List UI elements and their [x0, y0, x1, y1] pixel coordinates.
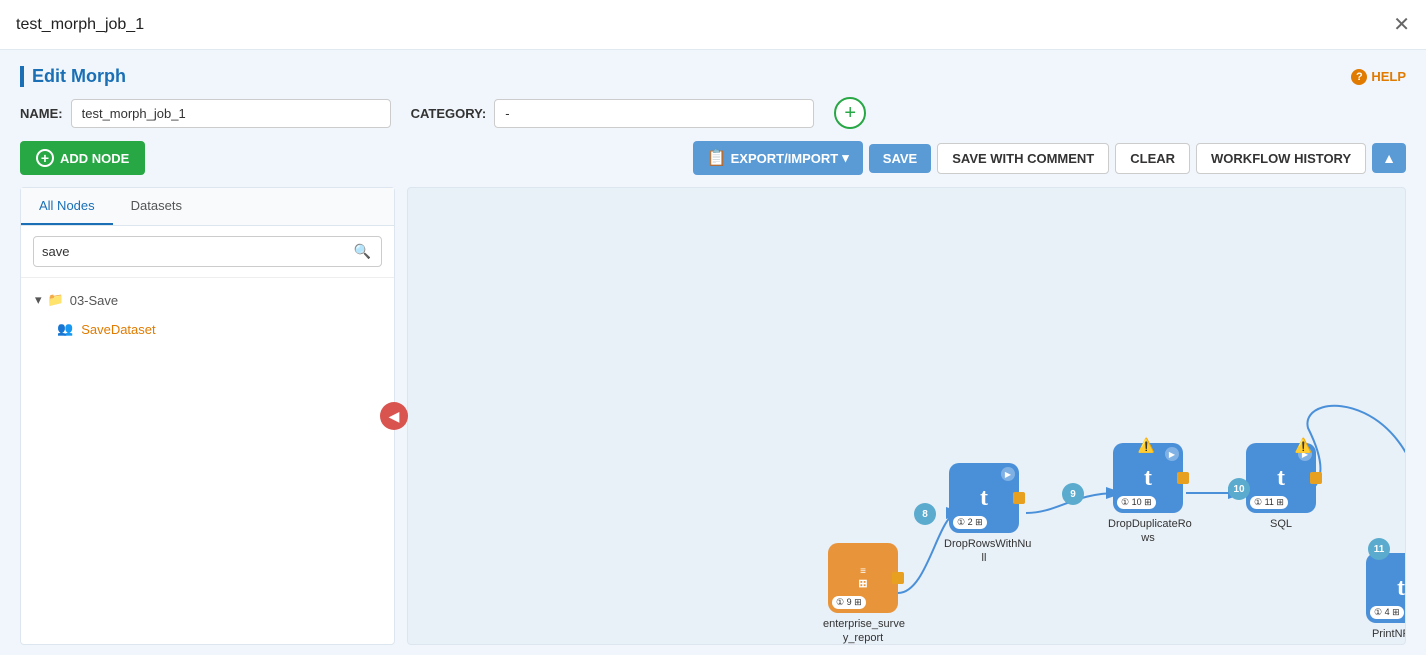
tree-category-03-save[interactable]: ▾ 📁 03-Save: [21, 286, 394, 314]
workflow-history-button[interactable]: WORKFLOW HISTORY: [1196, 143, 1366, 174]
node-dropduplicates-connector-right[interactable]: [1177, 472, 1189, 484]
main-panel: All Nodes Datasets 🔍: [20, 187, 1406, 645]
add-node-plus-icon: +: [36, 149, 54, 167]
category-field-group: CATEGORY:: [411, 99, 815, 128]
right-toolbar: 📋 EXPORT/IMPORT ▾ SAVE SAVE WITH COMMENT…: [693, 141, 1406, 175]
clear-button[interactable]: CLEAR: [1115, 143, 1190, 174]
node-sql-icon: t: [1277, 465, 1285, 492]
edit-morph-header: Edit Morph ? HELP: [20, 66, 1406, 87]
chevron-down-icon: ▾: [35, 292, 42, 308]
panel-tabs: All Nodes Datasets: [21, 188, 394, 226]
node-dropduplicates[interactable]: t ▶ ⚠️ ① 10 ⊞ DropDuplicateRows: [1108, 443, 1188, 546]
node-droprows-play: ▶: [1001, 467, 1015, 481]
connector-8: 8: [914, 503, 936, 525]
workflow-connections-svg: [408, 188, 1405, 644]
left-panel: All Nodes Datasets 🔍: [20, 187, 395, 645]
item-label: SaveDataset: [81, 322, 155, 337]
node-droprows-badge: ① 2 ⊞: [953, 516, 987, 529]
node-printnrows-box: t ▶ ① 4 ⊞: [1366, 553, 1406, 623]
search-icon: 🔍: [354, 243, 371, 259]
category-label: CATEGORY:: [411, 106, 487, 121]
node-printnrows-badge: ① 4 ⊞: [1370, 606, 1404, 619]
node-dropduplicates-badge: ① 10 ⊞: [1117, 496, 1156, 509]
save-with-comment-button[interactable]: SAVE WITH COMMENT: [937, 143, 1109, 174]
folder-icon: 📁: [48, 292, 64, 308]
node-droprows-connector-right[interactable]: [1013, 492, 1025, 504]
clear-label: CLEAR: [1130, 151, 1175, 166]
tab-datasets[interactable]: Datasets: [113, 188, 200, 225]
node-droprows-box: t ▶ ① 2 ⊞: [949, 463, 1019, 533]
save-dataset-icon: 👥: [57, 321, 73, 337]
connector-9: 9: [1062, 483, 1084, 505]
toolbar-row: + ADD NODE 📋 EXPORT/IMPORT ▾ SAVE SAVE W…: [20, 141, 1406, 175]
close-button[interactable]: ✕: [1393, 15, 1410, 35]
main-window: test_morph_job_1 ✕ Edit Morph ? HELP NAM…: [0, 0, 1426, 655]
node-enterprise-connector-right[interactable]: [892, 572, 904, 584]
export-import-button[interactable]: 📋 EXPORT/IMPORT ▾: [693, 141, 863, 175]
node-enterprise[interactable]: ≡ ⊞ ① 9 ⊞ enterprise_survey_report: [823, 543, 903, 645]
window-title: test_morph_job_1: [16, 16, 144, 34]
add-node-button[interactable]: + ADD NODE: [20, 141, 145, 175]
content-area: Edit Morph ? HELP NAME: CATEGORY: + + AD…: [0, 50, 1426, 655]
node-printnrows-label: PrintNRows: [1372, 627, 1406, 641]
workflow-history-label: WORKFLOW HISTORY: [1211, 151, 1351, 166]
add-category-button[interactable]: +: [834, 97, 866, 129]
connector-10: 10: [1228, 478, 1250, 500]
export-import-label: EXPORT/IMPORT: [731, 151, 839, 166]
node-enterprise-label: enterprise_survey_report: [823, 617, 903, 645]
title-bar: test_morph_job_1 ✕: [0, 0, 1426, 50]
help-icon: ?: [1351, 69, 1367, 85]
node-printnrows-icon: t: [1397, 575, 1405, 602]
search-box: 🔍: [21, 226, 394, 278]
node-sql-box: t ▶ ⚠️ ① 11 ⊞: [1246, 443, 1316, 513]
search-input[interactable]: [34, 238, 344, 265]
export-icon: 📋: [707, 148, 727, 168]
search-button[interactable]: 🔍: [344, 237, 381, 266]
canvas-area[interactable]: ≡ ⊞ ① 9 ⊞ enterprise_survey_report 8: [407, 187, 1406, 645]
node-sql-label: SQL: [1270, 517, 1292, 531]
category-input[interactable]: [494, 99, 814, 128]
node-droprows-icon: t: [980, 485, 988, 512]
workflow-canvas: ≡ ⊞ ① 9 ⊞ enterprise_survey_report 8: [408, 188, 1405, 644]
search-input-wrap: 🔍: [33, 236, 382, 267]
node-droprows[interactable]: t ▶ ① 2 ⊞ DropRowsWithNull: [944, 463, 1024, 566]
export-chevron-icon: ▾: [842, 150, 849, 166]
list-item[interactable]: 👥 SaveDataset: [21, 314, 394, 344]
node-enterprise-badge: ① 9 ⊞: [832, 596, 866, 609]
node-printnrows[interactable]: t ▶ ① 4 ⊞ PrintNRows: [1366, 553, 1406, 641]
name-input[interactable]: [71, 99, 391, 128]
node-sql-connector-right[interactable]: [1310, 472, 1322, 484]
save-label: SAVE: [883, 151, 917, 166]
node-dropduplicates-icon: t: [1144, 465, 1152, 492]
tab-all-nodes[interactable]: All Nodes: [21, 188, 113, 225]
node-droprows-label: DropRowsWithNull: [944, 537, 1024, 566]
node-dropduplicates-box: t ▶ ⚠️ ① 10 ⊞: [1113, 443, 1183, 513]
form-row: NAME: CATEGORY: +: [20, 97, 1406, 129]
help-button[interactable]: ? HELP: [1351, 69, 1406, 85]
node-sql-badge: ① 11 ⊞: [1250, 496, 1288, 509]
category-label: 03-Save: [70, 293, 118, 308]
collapse-arrow-icon: ◀: [389, 408, 400, 425]
connector-11: 11: [1368, 538, 1390, 560]
save-button[interactable]: SAVE: [869, 144, 931, 173]
tree-area: ▾ 📁 03-Save 👥 SaveDataset: [21, 278, 394, 644]
up-button[interactable]: ▲: [1372, 143, 1406, 173]
collapse-panel-button[interactable]: ◀: [380, 402, 408, 430]
add-node-label: ADD NODE: [60, 151, 129, 166]
name-label: NAME:: [20, 106, 63, 121]
edit-morph-title: Edit Morph: [20, 66, 126, 87]
node-dropduplicates-play: ▶: [1165, 447, 1179, 461]
node-sql[interactable]: t ▶ ⚠️ ① 11 ⊞ SQL: [1246, 443, 1316, 531]
help-label: HELP: [1371, 69, 1406, 84]
node-dropduplicates-label: DropDuplicateRows: [1108, 517, 1188, 546]
save-with-comment-label: SAVE WITH COMMENT: [952, 151, 1094, 166]
name-field-group: NAME:: [20, 99, 391, 128]
node-enterprise-box: ≡ ⊞ ① 9 ⊞: [828, 543, 898, 613]
up-arrow-icon: ▲: [1382, 150, 1396, 166]
